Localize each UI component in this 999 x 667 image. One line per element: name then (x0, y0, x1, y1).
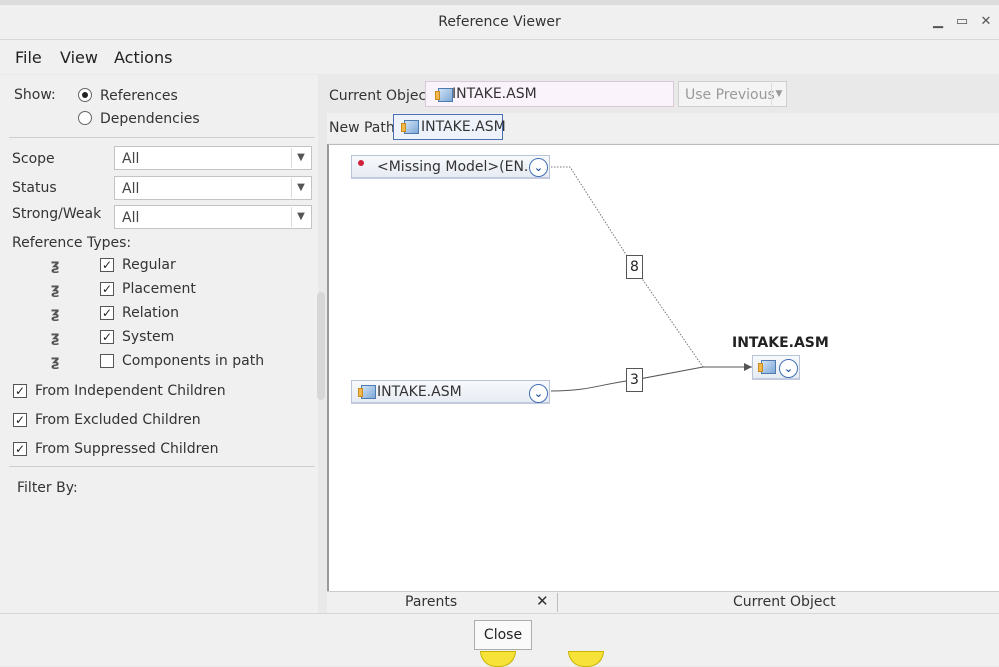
child-edge (550, 366, 752, 392)
assembly-icon (758, 360, 776, 374)
child-assembly-label: INTAKE.ASM (377, 384, 462, 400)
target-node[interactable]: ⌄ (752, 355, 800, 380)
expand-icon[interactable]: ⌄ (779, 359, 798, 378)
edge-count-badge[interactable]: 8 (626, 255, 643, 279)
edge-count-badge[interactable]: 3 (626, 368, 643, 392)
expand-icon[interactable]: ⌄ (529, 384, 548, 403)
close-tab-icon[interactable]: ✕ (536, 592, 549, 610)
tab-parents[interactable]: Parents (405, 594, 457, 610)
child-assembly-node[interactable]: INTAKE.ASM ⌄ (351, 380, 550, 404)
expand-icon[interactable]: ⌄ (529, 158, 548, 177)
target-node-title: INTAKE.ASM (732, 335, 829, 351)
assembly-icon (358, 385, 376, 399)
missing-indicator-icon (358, 160, 364, 166)
missing-model-label: <Missing Model>(EN... (377, 159, 538, 175)
edge-arrowhead (744, 363, 752, 371)
tab-divider (557, 593, 558, 612)
tab-current-object[interactable]: Current Object (733, 594, 836, 610)
missing-model-node[interactable]: <Missing Model>(EN... ⌄ (351, 155, 550, 179)
graph-connectors (550, 166, 752, 392)
close-button[interactable]: Close (474, 620, 532, 650)
